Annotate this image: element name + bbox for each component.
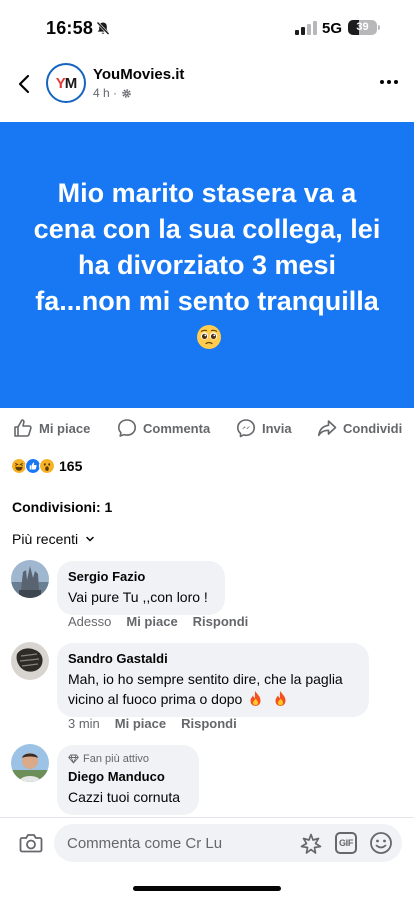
comment-text: Cazzi tuoi cornuta: [68, 789, 181, 805]
more-dot: [394, 80, 398, 84]
comment-sort-dropdown[interactable]: Più recenti: [12, 531, 94, 547]
comment-label: Commenta: [143, 420, 211, 436]
emoji-icon[interactable]: [369, 831, 393, 855]
comment-actions: Adesso Mi piace Rispondi: [68, 614, 263, 629]
post-text: Mio marito stasera va a cena con la sua …: [28, 175, 386, 355]
comment-like-button[interactable]: Mi piace: [126, 614, 177, 629]
share-label: Condividi: [343, 420, 403, 436]
reaction-count: 165: [59, 458, 83, 474]
comment-bubble[interactable]: Sandro Gastaldi Mah, io ho sempre sentit…: [57, 643, 369, 717]
share-button[interactable]: Condividi: [317, 418, 402, 438]
comment-author[interactable]: Diego Manduco: [68, 768, 188, 785]
sort-label: Più recenti: [12, 531, 79, 547]
comment-time[interactable]: Adesso: [68, 614, 111, 629]
wow-reaction-icon: [39, 458, 55, 474]
status-time: 16:58: [46, 18, 94, 38]
like-label: Mi piace: [39, 420, 91, 436]
more-dot: [387, 80, 391, 84]
messenger-icon: [237, 419, 255, 438]
post-text-content: Mio marito stasera va a cena con la sua …: [33, 178, 381, 316]
pleading-face-emoji-icon: [197, 325, 221, 349]
fire-emoji-icon: [275, 691, 286, 706]
signal-icon: [295, 21, 317, 35]
comment-text: Vai pure Tu ,,con loro !: [68, 589, 208, 605]
comment-button[interactable]: Commenta: [117, 418, 210, 438]
post-meta: 4 h ·: [93, 86, 132, 100]
comment-reply-button[interactable]: Rispondi: [193, 614, 249, 629]
post-action-bar: Mi piace Commenta Invia Condividi: [0, 414, 414, 444]
post-time[interactable]: 4 h ·: [93, 86, 117, 100]
comment-time[interactable]: 3 min: [68, 716, 100, 731]
like-button[interactable]: Mi piace: [13, 418, 90, 438]
avatar[interactable]: [11, 642, 49, 680]
comment-author[interactable]: Sergio Fazio: [68, 568, 214, 585]
camera-icon[interactable]: [19, 832, 43, 854]
reactions-summary[interactable]: 165: [11, 458, 82, 474]
send-label: Invia: [262, 420, 292, 436]
comment-like-button[interactable]: Mi piace: [115, 716, 166, 731]
comment-text: Mah, io ho sempre sentito dire, che la p…: [68, 669, 358, 709]
comment-composer: GIF: [0, 817, 414, 869]
bell-muted-icon: [96, 21, 110, 35]
battery-cap: [378, 25, 380, 30]
comment-author[interactable]: Sandro Gastaldi: [68, 650, 358, 667]
avatar-photo: [11, 642, 49, 680]
status-bar: 16:58 5G 39: [0, 0, 414, 56]
thumbs-up-icon: [14, 419, 32, 437]
avatar-photo: [11, 744, 49, 782]
avatar-photo: [11, 560, 49, 598]
home-indicator[interactable]: [133, 886, 281, 891]
chevron-down-icon: [86, 536, 94, 542]
comment-actions: 3 min Mi piace Rispondi: [68, 716, 252, 731]
send-button[interactable]: Invia: [236, 418, 292, 438]
comment-bubble[interactable]: Sergio Fazio Vai pure Tu ,,con loro !: [57, 561, 225, 615]
page-name[interactable]: YouMovies.it: [93, 66, 184, 83]
gear-icon: [122, 88, 131, 98]
post-image[interactable]: Mio marito stasera va a cena con la sua …: [0, 122, 414, 408]
battery-percentage: 39: [356, 21, 369, 33]
back-button[interactable]: [12, 70, 36, 98]
comment-bubble[interactable]: Fan più attivo Diego Manduco Cazzi tuoi …: [57, 745, 199, 815]
comment-reply-button[interactable]: Rispondi: [181, 716, 237, 731]
gif-button[interactable]: GIF: [335, 832, 357, 854]
avatar[interactable]: [11, 560, 49, 598]
battery-icon: 39: [348, 20, 377, 35]
more-options-button[interactable]: [380, 80, 398, 84]
network-type: 5G: [322, 20, 343, 37]
sticker-icon[interactable]: [299, 832, 323, 856]
comment-text-content: Mah, io ho sempre sentito dire, che la p…: [68, 671, 343, 707]
avatar[interactable]: [11, 744, 49, 782]
back-chevron-icon: [18, 74, 30, 94]
page-logo: YM: [55, 74, 77, 92]
post-header: YM YouMovies.it 4 h ·: [0, 56, 414, 112]
share-arrow-icon: [318, 420, 337, 437]
badge-label: Fan più attivo: [83, 753, 150, 765]
diamond-icon: [68, 754, 79, 764]
comment-bubble-icon: [118, 419, 136, 437]
shares-count[interactable]: Condivisioni: 1: [12, 499, 112, 515]
fire-emoji-icon: [250, 691, 261, 706]
top-fan-badge[interactable]: Fan più attivo: [68, 752, 188, 766]
page-avatar[interactable]: YM: [46, 63, 86, 103]
more-dots-icon: [380, 80, 384, 84]
